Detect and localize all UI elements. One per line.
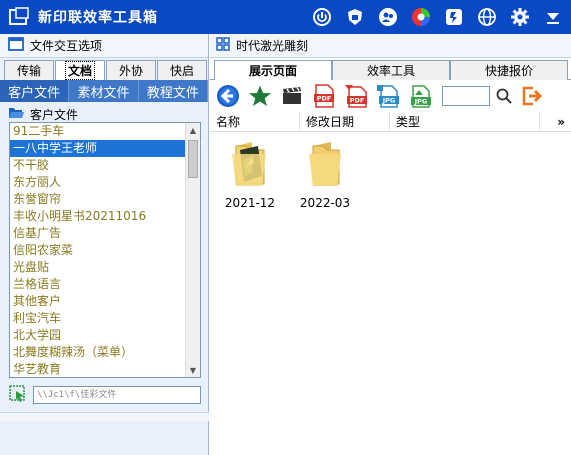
svg-text:JPG: JPG bbox=[414, 98, 428, 106]
tab-display-page[interactable]: 展示页面 bbox=[214, 60, 332, 80]
list-item[interactable]: 信阳农家菜 bbox=[10, 242, 186, 259]
folder-icon bbox=[303, 140, 347, 190]
exit-icon[interactable] bbox=[520, 85, 542, 107]
scroll-thumb[interactable] bbox=[188, 140, 198, 178]
grid-icon bbox=[216, 37, 230, 54]
list-scrollbar[interactable]: ▲ ▼ bbox=[185, 123, 200, 377]
jpg-image-icon[interactable]: JPG bbox=[408, 84, 432, 108]
tab-customer-files[interactable]: 客户文件 bbox=[0, 80, 70, 102]
shield-icon[interactable] bbox=[343, 5, 367, 29]
tab-outsource-label: 外协 bbox=[118, 64, 143, 78]
left-main-tabs: 传输 文档 外协 快启 bbox=[0, 60, 208, 80]
folder-open-icon bbox=[8, 106, 24, 123]
tab-quick-quote[interactable]: 快捷报价 bbox=[450, 60, 568, 80]
path-row: \\Jc1\f\佳彩文件 bbox=[9, 384, 201, 406]
list-item[interactable]: 利宝汽车 bbox=[10, 310, 186, 327]
file-view: 2021-12 2022-03 bbox=[210, 132, 571, 432]
scroll-up-arrow-icon[interactable]: ▲ bbox=[186, 123, 200, 137]
scroll-down-arrow-icon[interactable]: ▼ bbox=[186, 363, 200, 377]
globe-icon[interactable] bbox=[475, 5, 499, 29]
folder-item[interactable]: 2022-03 bbox=[295, 140, 355, 210]
col-modified-date[interactable]: 修改日期 bbox=[300, 111, 390, 132]
minimize-icon[interactable] bbox=[541, 5, 565, 29]
list-item[interactable]: 光盘贴 bbox=[10, 259, 186, 276]
list-item[interactable]: 华艺教育 bbox=[10, 361, 186, 377]
right-panel: 时代激光雕刻 展示页面 效率工具 快捷报价 PDF PDF JPG JPG 名称… bbox=[210, 34, 571, 455]
special-folder-icon bbox=[228, 140, 272, 190]
tab-documents-label: 文档 bbox=[64, 61, 95, 80]
list-item[interactable]: 北舞度糊辣汤（菜单） bbox=[10, 344, 186, 361]
customer-files-label: 客户文件 bbox=[30, 107, 79, 122]
tab-quick-launch[interactable]: 快启 bbox=[157, 60, 207, 80]
gear-icon[interactable] bbox=[508, 5, 532, 29]
pdf-convert-icon[interactable]: PDF bbox=[344, 84, 368, 108]
tab-efficiency-tools[interactable]: 效率工具 bbox=[332, 60, 450, 80]
list-item[interactable]: 东誉窗帘 bbox=[10, 191, 186, 208]
color-wheel-icon[interactable] bbox=[409, 5, 433, 29]
search-icon[interactable] bbox=[494, 86, 514, 106]
list-item[interactable]: 其他客户 bbox=[10, 293, 186, 310]
folder-name: 2021-12 bbox=[224, 196, 276, 210]
jpg-file-icon[interactable]: JPG bbox=[376, 84, 400, 108]
svg-text:PDF: PDF bbox=[317, 95, 332, 103]
tab-tutorial-files[interactable]: 教程文件 bbox=[139, 80, 208, 102]
folder-name: 2022-03 bbox=[299, 196, 351, 210]
folder-item[interactable]: 2021-12 bbox=[220, 140, 280, 210]
list-item[interactable]: 兰格语言 bbox=[10, 276, 186, 293]
file-interaction-label: 文件交互选项 bbox=[30, 39, 103, 53]
power-icon[interactable] bbox=[310, 5, 334, 29]
right-tabs: 展示页面 效率工具 快捷报价 bbox=[210, 60, 571, 80]
tab-material-files[interactable]: 素材文件 bbox=[69, 80, 139, 102]
select-cursor-icon[interactable] bbox=[9, 384, 27, 406]
laser-engraving-header: 时代激光雕刻 bbox=[210, 34, 571, 58]
app-logo-icon bbox=[8, 6, 30, 28]
file-interaction-header: 文件交互选项 bbox=[0, 34, 208, 58]
pdf-file-icon[interactable]: PDF bbox=[312, 84, 336, 108]
col-type[interactable]: 类型 bbox=[390, 111, 540, 132]
back-arrow-icon[interactable] bbox=[216, 84, 240, 108]
customer-list[interactable]: 91二手车 一八中学王老师 不干胶 东方丽人 东誉窗帘 丰收小明星书20211016 信基广… bbox=[9, 122, 201, 378]
file-category-tabs: 客户文件 素材文件 教程文件 bbox=[0, 80, 208, 102]
laser-engraving-label: 时代激光雕刻 bbox=[236, 39, 309, 53]
col-name[interactable]: 名称 bbox=[210, 111, 300, 132]
path-field[interactable]: \\Jc1\f\佳彩文件 bbox=[33, 386, 201, 404]
star-icon[interactable] bbox=[248, 84, 272, 108]
more-columns-chevron-icon[interactable]: » bbox=[557, 112, 565, 132]
tab-documents[interactable]: 文档 bbox=[55, 60, 105, 80]
toolbar: PDF PDF JPG JPG bbox=[210, 80, 571, 112]
list-item[interactable]: 91二手车 bbox=[10, 123, 186, 140]
tab-quick-launch-label: 快启 bbox=[169, 64, 194, 78]
file-search-input[interactable] bbox=[442, 86, 490, 106]
tab-transfer-label: 传输 bbox=[16, 64, 41, 78]
window-icon bbox=[8, 37, 24, 54]
svg-text:PDF: PDF bbox=[350, 97, 365, 105]
file-list-header: 名称 修改日期 类型 » bbox=[210, 111, 571, 132]
app-title: 新印联效率工具箱 bbox=[38, 10, 158, 26]
list-item[interactable]: 丰收小明星书20211016 bbox=[10, 208, 186, 225]
clapper-icon[interactable] bbox=[280, 84, 304, 108]
list-item[interactable]: 一八中学王老师 bbox=[10, 140, 186, 157]
bottom-strip bbox=[0, 412, 209, 421]
title-bar: 新印联效率工具箱 bbox=[0, 0, 571, 34]
svg-text:JPG: JPG bbox=[382, 97, 396, 105]
tab-outsource[interactable]: 外协 bbox=[106, 60, 156, 80]
list-item[interactable]: 东方丽人 bbox=[10, 174, 186, 191]
team-icon[interactable] bbox=[376, 5, 400, 29]
list-item[interactable]: 信基广告 bbox=[10, 225, 186, 242]
tab-transfer[interactable]: 传输 bbox=[4, 60, 54, 80]
list-item[interactable]: 不干胶 bbox=[10, 157, 186, 174]
app-store-icon[interactable] bbox=[442, 5, 466, 29]
list-item[interactable]: 北大学园 bbox=[10, 327, 186, 344]
